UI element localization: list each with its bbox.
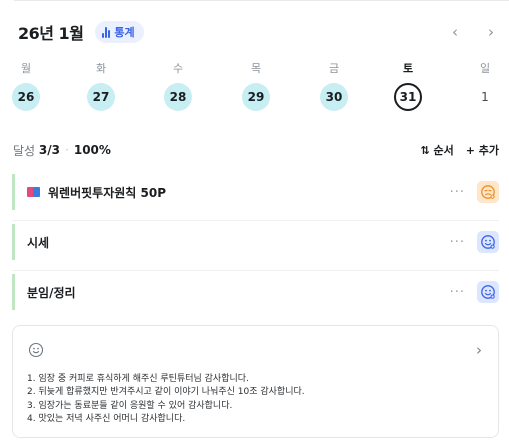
more-options-icon[interactable]: ··· — [450, 235, 465, 250]
smile-face-icon — [28, 342, 44, 362]
more-options-icon[interactable]: ··· — [450, 185, 465, 200]
book-icon — [27, 187, 41, 197]
divider — [12, 270, 499, 271]
stats-button[interactable]: 통계 — [95, 21, 144, 43]
task-title: 분임/정리 — [27, 284, 76, 301]
weekday-label: 일 — [479, 62, 491, 75]
day-cell[interactable]: 28 — [164, 83, 192, 111]
bar-chart-icon — [102, 26, 111, 38]
note-text: 1. 임장 중 커피로 휴식하게 해주신 루틴튜터님 감사합니다. 2. 뒤늦게… — [27, 373, 305, 427]
day-cell[interactable]: 26 — [12, 83, 40, 111]
achievement-count: 3/3 — [38, 143, 61, 157]
summary-actions: ⇅ 순서 + 추가 — [420, 142, 499, 158]
weekday-label: 수 — [172, 62, 184, 75]
note-line: 4. 맛있는 저녁 사주신 어머니 감사합니다. — [27, 414, 186, 425]
day-cell[interactable]: 1 — [471, 83, 499, 111]
calendar-header: 26년 1월 통계 ‹ › — [18, 21, 498, 43]
day-cell[interactable]: 29 — [242, 83, 270, 111]
smile-face-icon[interactable] — [477, 231, 499, 253]
weekday-label: 목 — [250, 62, 262, 75]
gratitude-note-card[interactable]: › 1. 임장 중 커피로 휴식하게 해주신 루틴튜터님 감사합니다. 2. 뒤… — [12, 325, 499, 438]
chevron-left-icon[interactable]: ‹ — [448, 23, 462, 41]
task-item[interactable]: 분임/정리 ··· — [12, 274, 499, 310]
day-cell[interactable]: 30 — [320, 83, 348, 111]
achievement-label: 달성 — [13, 143, 36, 158]
day-cell-today[interactable]: 31 — [394, 83, 422, 111]
stats-label: 통계 — [114, 26, 135, 39]
task-item[interactable]: 시세 ··· — [12, 224, 499, 260]
top-divider — [14, 0, 509, 1]
month-title: 26년 1월 — [18, 24, 84, 43]
separator: · — [65, 143, 69, 157]
chevron-right-icon[interactable]: › — [484, 23, 498, 41]
add-button[interactable]: + 추가 — [466, 142, 499, 158]
weekday-label: 월 — [20, 62, 32, 75]
more-options-icon[interactable]: ··· — [450, 285, 465, 300]
weekday-row: 월 화 수 목 금 토 일 — [0, 60, 509, 76]
day-row: 26 27 28 29 30 31 1 — [0, 83, 509, 111]
task-title: 시세 — [27, 234, 49, 251]
task-title-text: 시세 — [27, 235, 50, 250]
tired-face-icon[interactable] — [477, 181, 499, 203]
chevron-right-icon[interactable]: › — [476, 341, 482, 359]
task-title-text: 워렌버핏투자원칙 50P — [48, 185, 166, 200]
weekday-label-selected: 토 — [402, 62, 414, 75]
note-line: 3. 임장가는 동료분들 같이 응원할 수 있어 감사합니다. — [27, 400, 233, 411]
weekday-label: 화 — [95, 62, 107, 75]
divider — [12, 220, 499, 221]
task-item[interactable]: 워렌버핏투자원칙 50P ··· — [12, 174, 499, 210]
achievement-percent: 100% — [73, 143, 111, 157]
achievement-summary: 달성 3/3 · 100% ⇅ 순서 + 추가 — [13, 141, 499, 159]
note-line: 2. 뒤늦게 합류했지만 반겨주시고 같이 이야기 나눠주신 10조 감사합니다… — [27, 387, 305, 398]
week-navigation: ‹ › — [448, 23, 498, 41]
task-title-text: 분임/정리 — [27, 285, 76, 300]
smile-face-icon[interactable] — [477, 281, 499, 303]
note-line: 1. 임장 중 커피로 휴식하게 해주신 루틴튜터님 감사합니다. — [27, 374, 249, 384]
task-title: 워렌버핏투자원칙 50P — [27, 184, 166, 201]
weekday-label: 금 — [328, 62, 340, 75]
day-cell[interactable]: 27 — [87, 83, 115, 111]
sort-button[interactable]: ⇅ 순서 — [420, 142, 453, 158]
